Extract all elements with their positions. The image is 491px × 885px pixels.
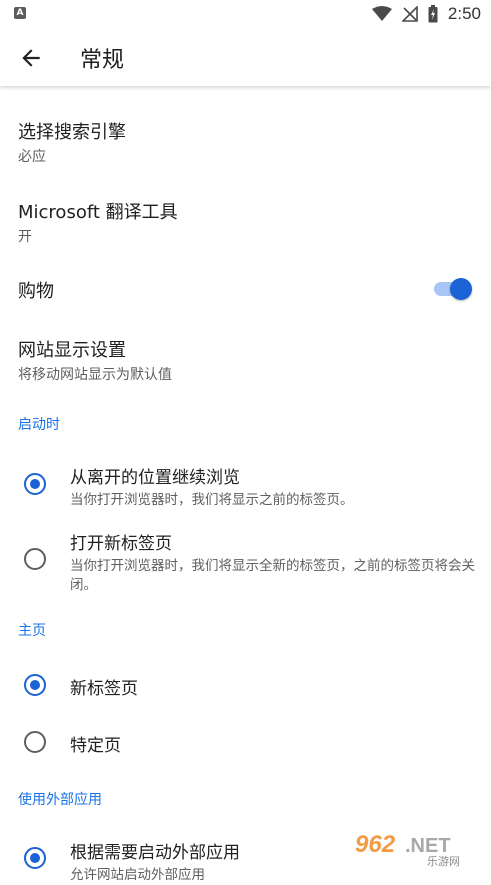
radio-new-tab-page[interactable] bbox=[24, 674, 46, 696]
section-header-external-apps: 使用外部应用 bbox=[18, 792, 102, 808]
setting-value: 开 bbox=[18, 229, 32, 245]
back-arrow-icon[interactable] bbox=[18, 45, 44, 71]
option-title: 新标签页 bbox=[70, 679, 138, 699]
setting-value: 将移动网站显示为默认值 bbox=[18, 367, 172, 383]
setting-value: 必应 bbox=[18, 149, 46, 165]
setting-title: 网站显示设置 bbox=[18, 340, 126, 361]
toggle-thumb bbox=[450, 278, 472, 300]
radio-continue-browsing[interactable] bbox=[24, 473, 46, 495]
radio-open-new-tab[interactable] bbox=[24, 548, 46, 570]
option-open-new-tab[interactable]: 打开新标签页 当你打开浏览器时，我们将显示全新的标签页，之前的标签页将会关闭。 bbox=[70, 529, 475, 595]
option-title: 特定页 bbox=[70, 736, 121, 756]
watermark-logo: 962 .NET 乐游网 bbox=[349, 828, 485, 868]
option-description: 允许网站启动外部应用 bbox=[70, 867, 205, 883]
section-header-startup: 启动时 bbox=[18, 417, 60, 433]
app-bar: 常规 bbox=[0, 28, 491, 86]
clock: 2:50 bbox=[447, 4, 481, 23]
option-description: 当你打开浏览器时，我们将显示全新的标签页，之前的标签页将会关闭。 bbox=[70, 558, 475, 593]
section-header-home: 主页 bbox=[18, 623, 46, 639]
notification-icon: A bbox=[14, 7, 26, 19]
page-title: 常规 bbox=[80, 48, 125, 73]
option-specific-page[interactable]: 特定页 bbox=[70, 731, 121, 756]
shopping-setting: 购物 bbox=[18, 277, 54, 303]
svg-text:乐游网: 乐游网 bbox=[427, 855, 460, 868]
radio-launch-external-apps[interactable] bbox=[24, 847, 46, 869]
radio-specific-page[interactable] bbox=[24, 731, 46, 753]
option-description: 当你打开浏览器时，我们将显示之前的标签页。 bbox=[70, 492, 354, 508]
option-title: 从离开的位置继续浏览 bbox=[70, 468, 240, 488]
wifi-icon bbox=[371, 6, 392, 22]
option-new-tab-page[interactable]: 新标签页 bbox=[70, 674, 138, 699]
svg-text:.NET: .NET bbox=[405, 835, 451, 857]
site-display-setting[interactable]: 网站显示设置 将移动网站显示为默认值 bbox=[18, 336, 172, 385]
option-title: 打开新标签页 bbox=[70, 534, 172, 554]
status-icons: 2:50 bbox=[371, 4, 481, 24]
option-continue-browsing[interactable]: 从离开的位置继续浏览 当你打开浏览器时，我们将显示之前的标签页。 bbox=[70, 463, 475, 510]
setting-title: Microsoft 翻译工具 bbox=[18, 202, 178, 223]
svg-text:962: 962 bbox=[355, 831, 396, 858]
setting-title: 购物 bbox=[18, 281, 54, 302]
setting-title: 选择搜索引擎 bbox=[18, 122, 126, 143]
search-engine-setting[interactable]: 选择搜索引擎 必应 bbox=[18, 118, 126, 167]
battery-charging-icon bbox=[428, 5, 438, 23]
status-bar: A 2:50 bbox=[0, 0, 491, 28]
translator-setting[interactable]: Microsoft 翻译工具 开 bbox=[18, 198, 178, 247]
no-signal-icon bbox=[401, 6, 418, 22]
shopping-toggle[interactable] bbox=[432, 277, 472, 301]
